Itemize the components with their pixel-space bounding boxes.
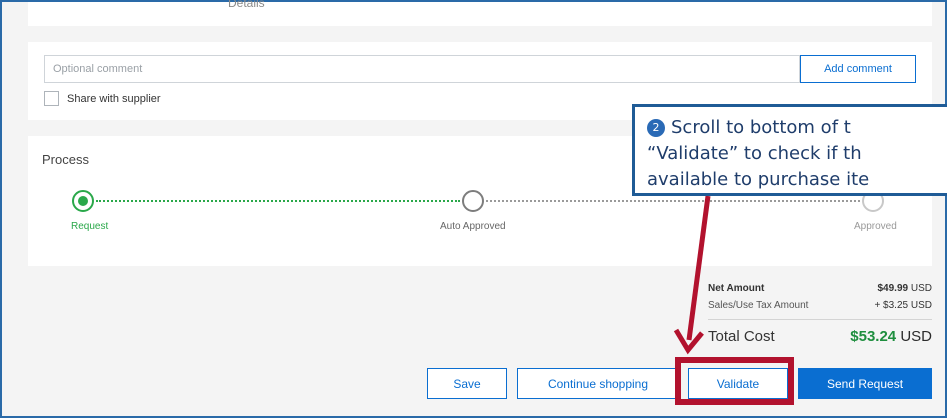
tax-amount-label: Sales/Use Tax Amount [708, 300, 809, 311]
step-approved-label: Approved [854, 221, 897, 232]
total-cost-label: Total Cost [708, 328, 775, 345]
net-amount-value: $49.99 USD [877, 283, 933, 294]
total-cost-value: $53.24 USD [850, 328, 932, 345]
total-cost-row: Total Cost $53.24 USD [708, 328, 932, 345]
process-title: Process [42, 152, 89, 167]
share-with-supplier-row[interactable]: Share with supplier [44, 91, 161, 106]
net-amount-label: Net Amount [708, 283, 765, 294]
step-auto-approved-icon [462, 190, 484, 212]
add-comment-button[interactable]: Add comment [800, 55, 916, 83]
details-link-partial[interactable]: Details [228, 0, 265, 10]
callout-line-2: “Validate” to check if th [647, 143, 862, 164]
step-auto-approved-label: Auto Approved [440, 221, 506, 232]
share-with-supplier-checkbox[interactable] [44, 91, 59, 106]
step-number-badge: 2 [647, 119, 665, 137]
callout-line-3: available to purchase ite [647, 169, 870, 190]
step-request-label: Request [71, 221, 109, 232]
comment-input[interactable] [44, 55, 800, 83]
save-button[interactable]: Save [427, 368, 507, 399]
tax-amount-row: Sales/Use Tax Amount + $3.25 USD [708, 297, 932, 314]
app-frame: Details Add comment Share with supplier … [0, 0, 947, 418]
tax-amount-value: + $3.25 USD [874, 300, 932, 311]
process-connector-pending [486, 200, 860, 202]
callout-line-1: 2 Scroll to bottom of t [647, 115, 947, 141]
net-amount-row: Net Amount $49.99 USD [708, 280, 932, 297]
process-connector-completed [96, 200, 460, 202]
cost-summary: Net Amount $49.99 USD Sales/Use Tax Amou… [708, 280, 932, 345]
summary-divider [708, 319, 932, 320]
continue-shopping-button[interactable]: Continue shopping [517, 368, 679, 399]
step-request-icon [72, 190, 94, 212]
send-request-button[interactable]: Send Request [798, 368, 932, 399]
details-card: Details [28, 0, 932, 26]
instruction-callout: 2 Scroll to bottom of t “Validate” to che… [632, 104, 947, 196]
validate-highlight-box [675, 357, 794, 405]
share-with-supplier-label: Share with supplier [67, 92, 161, 105]
